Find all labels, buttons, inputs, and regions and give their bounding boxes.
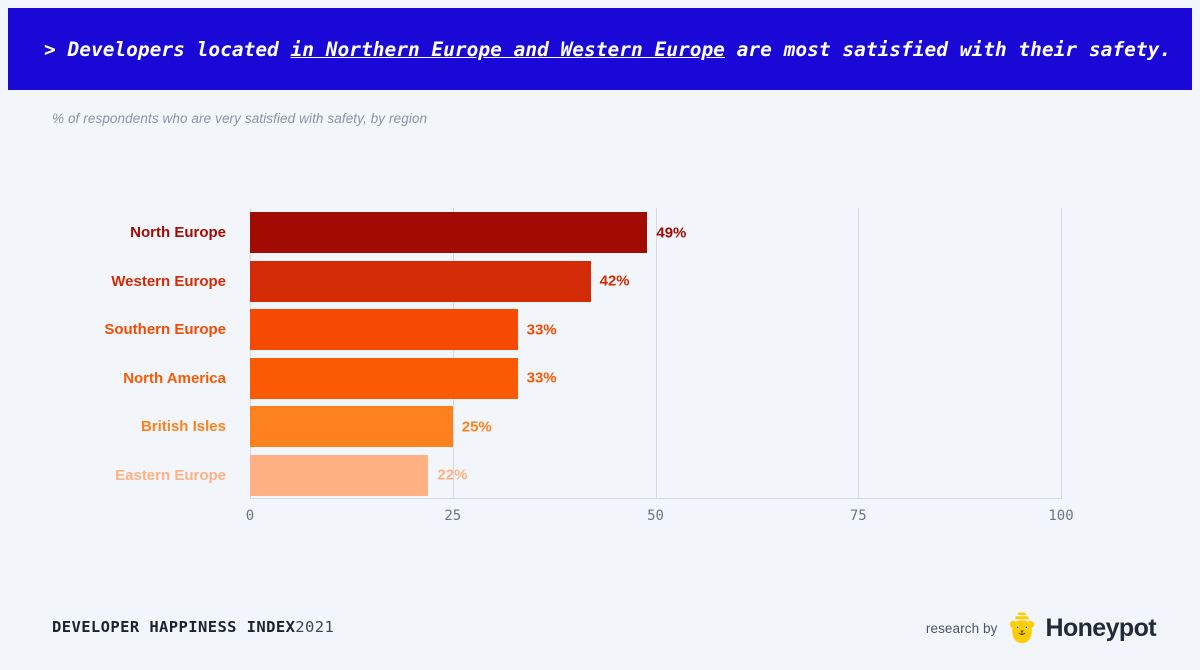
category-label: North America (0, 358, 238, 399)
category-label-text: Eastern Europe (115, 467, 226, 484)
category-label: Eastern Europe (0, 455, 238, 496)
banner-suffix: are most satisfied with their safety. (725, 38, 1171, 61)
gridline (656, 208, 657, 498)
bar (250, 309, 518, 350)
bar-value-label: 49% (656, 224, 686, 241)
bar-row: Southern Europe33% (250, 309, 1061, 350)
bar-value-label: 25% (462, 418, 492, 435)
x-tick-label: 25 (444, 508, 461, 524)
banner-headline: > Developers located in Northern Europe … (8, 38, 1171, 61)
category-label-text: Southern Europe (104, 321, 226, 338)
gridline (453, 208, 454, 498)
category-label: Western Europe (0, 261, 238, 302)
category-label-text: British Isles (141, 418, 226, 435)
x-tick-label: 50 (647, 508, 664, 524)
gridline (858, 208, 859, 498)
gridline (250, 208, 251, 498)
bar (250, 261, 591, 302)
bar (250, 406, 453, 447)
bar-row: Eastern Europe22% (250, 455, 1061, 496)
x-axis-line (250, 498, 1062, 499)
x-tick-label: 75 (850, 508, 867, 524)
bar-value-label: 42% (600, 273, 630, 290)
category-label: North Europe (0, 212, 238, 253)
bar-row: Western Europe42% (250, 261, 1061, 302)
bar (250, 212, 647, 253)
bar-row: North America33% (250, 358, 1061, 399)
honeypot-bear-icon (1007, 612, 1037, 644)
bar-value-label: 22% (437, 467, 467, 484)
footer-title: DEVELOPER HAPPINESS INDEX2021 (52, 618, 334, 637)
category-label: British Isles (0, 406, 238, 447)
bar (250, 455, 428, 496)
gridline (1061, 208, 1062, 498)
footer-title-year: 2021 (295, 618, 334, 636)
banner-highlight: in Northern Europe and Western Europe (291, 38, 725, 61)
chart-subtitle: % of respondents who are very satisfied … (52, 111, 427, 126)
x-tick-label: 100 (1048, 508, 1073, 524)
category-label-text: North Europe (130, 224, 226, 241)
banner-prefix: > Developers located (44, 38, 291, 61)
bar-row: North Europe49% (250, 212, 1061, 253)
bar-row: British Isles25% (250, 406, 1061, 447)
research-by-label: research by (926, 621, 998, 636)
honeypot-wordmark: Honeypot (1046, 614, 1156, 643)
footer-title-bold: DEVELOPER HAPPINESS INDEX (52, 618, 295, 636)
category-label: Southern Europe (0, 309, 238, 350)
footer-brand: research by Honeypot (926, 612, 1156, 644)
category-label-text: North America (123, 370, 226, 387)
bar (250, 358, 518, 399)
x-tick-label: 0 (246, 508, 254, 524)
category-label-text: Western Europe (111, 273, 226, 290)
header-banner: > Developers located in Northern Europe … (8, 8, 1192, 90)
bar-chart: North Europe49%Western Europe42%Southern… (0, 0, 1200, 670)
bar-value-label: 33% (527, 321, 557, 338)
bar-value-label: 33% (527, 370, 557, 387)
plot-area: North Europe49% Western Europe42% Southern… (250, 208, 1061, 498)
